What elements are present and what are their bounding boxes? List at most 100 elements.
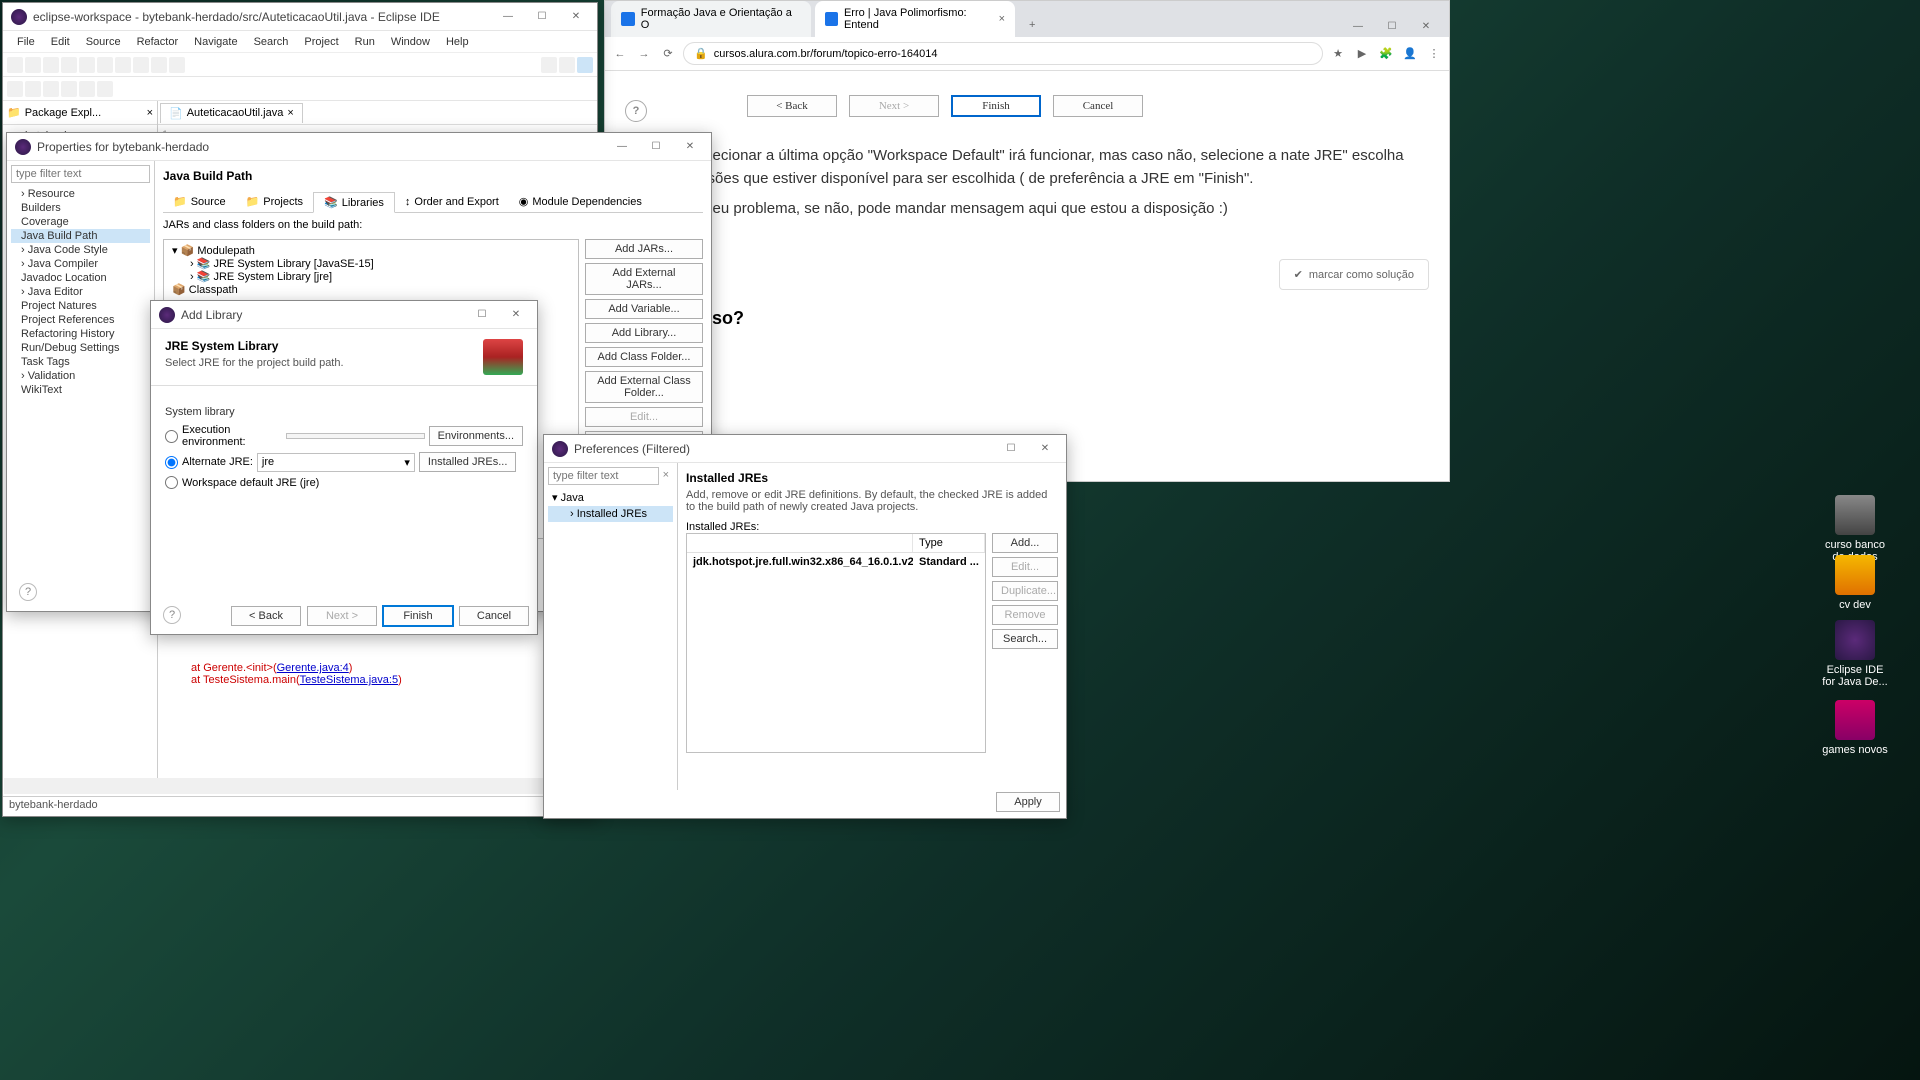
sidebar-item[interactable]: Javadoc Location bbox=[11, 271, 150, 285]
menu-search[interactable]: Search bbox=[246, 34, 297, 50]
finish-button[interactable]: Finish bbox=[383, 606, 453, 626]
toolbar-icon[interactable] bbox=[115, 57, 131, 73]
help-icon[interactable]: ? bbox=[19, 583, 37, 601]
close-icon[interactable]: × bbox=[999, 13, 1005, 25]
alternate-jre-radio[interactable] bbox=[165, 456, 178, 469]
sidebar-item[interactable]: WikiText bbox=[11, 383, 150, 397]
toolbar-icon[interactable] bbox=[97, 57, 113, 73]
sidebar-item-selected[interactable]: Java Build Path bbox=[11, 229, 150, 243]
avatar-icon[interactable]: 👤 bbox=[1401, 45, 1419, 63]
close-icon[interactable]: ✕ bbox=[1409, 15, 1443, 37]
tree-node-java[interactable]: ▾ Java bbox=[548, 489, 673, 506]
toolbar-icon[interactable] bbox=[61, 81, 77, 97]
maximize-icon[interactable]: ☐ bbox=[994, 438, 1028, 460]
toolbar-icon[interactable] bbox=[7, 81, 23, 97]
maximize-icon[interactable]: ☐ bbox=[465, 304, 499, 326]
extensions-icon[interactable]: 🧩 bbox=[1377, 45, 1395, 63]
filter-input[interactable] bbox=[11, 165, 150, 183]
environments-button[interactable]: Environments... bbox=[429, 426, 523, 446]
search-button[interactable]: Search... bbox=[992, 629, 1058, 649]
stacktrace-link[interactable]: TesteSistema.java:5 bbox=[300, 674, 398, 686]
editor-tab[interactable]: 📄AuteticacaoUtil.java× bbox=[160, 103, 303, 123]
scrollbar[interactable] bbox=[4, 778, 596, 794]
sidebar-item[interactable]: Task Tags bbox=[11, 355, 150, 369]
add-class-folder-button[interactable]: Add Class Folder... bbox=[585, 347, 703, 367]
browser-tab-1[interactable]: Formação Java e Orientação a O bbox=[611, 1, 811, 37]
maximize-icon[interactable]: ☐ bbox=[525, 6, 559, 28]
maximize-icon[interactable]: ☐ bbox=[639, 136, 673, 158]
menu-icon[interactable]: ⋮ bbox=[1425, 45, 1443, 63]
minimize-icon[interactable]: — bbox=[491, 6, 525, 28]
desktop-icon-eclipse[interactable]: Eclipse IDE for Java De... bbox=[1820, 620, 1890, 688]
extension-icon[interactable]: ★ bbox=[1329, 45, 1347, 63]
add-library-button[interactable]: Add Library... bbox=[585, 323, 703, 343]
tab-projects[interactable]: 📁 Projects bbox=[236, 191, 313, 212]
close-icon[interactable]: ✕ bbox=[499, 304, 533, 326]
omnibox[interactable]: 🔒cursos.alura.com.br/forum/topico-erro-1… bbox=[683, 42, 1323, 65]
installed-jres-button[interactable]: Installed JREs... bbox=[419, 452, 516, 472]
menu-window[interactable]: Window bbox=[383, 34, 438, 50]
add-external-class-folder-button[interactable]: Add External Class Folder... bbox=[585, 371, 703, 403]
toolbar-icon[interactable] bbox=[25, 81, 41, 97]
sidebar-item[interactable]: Project References bbox=[11, 313, 150, 327]
tab-source[interactable]: 📁 Source bbox=[163, 191, 236, 212]
sidebar-item[interactable]: Coverage bbox=[11, 215, 150, 229]
wizard-finish-button[interactable]: Finish bbox=[951, 95, 1041, 117]
toolbar-icon[interactable] bbox=[61, 57, 77, 73]
close-icon[interactable]: ✕ bbox=[559, 6, 593, 28]
menu-edit[interactable]: Edit bbox=[43, 34, 78, 50]
new-tab-button[interactable]: + bbox=[1019, 13, 1045, 37]
reload-icon[interactable]: ⟳ bbox=[659, 45, 677, 63]
tree-node-installed-jres[interactable]: › Installed JREs bbox=[548, 506, 673, 522]
sidebar-item[interactable]: Run/Debug Settings bbox=[11, 341, 150, 355]
table-row[interactable]: jdk.hotspot.jre.full.win32.x86_64_16.0.1… bbox=[687, 553, 985, 571]
jre-table[interactable]: Type jdk.hotspot.jre.full.win32.x86_64_1… bbox=[686, 533, 986, 753]
desktop-icon-games[interactable]: games novos bbox=[1820, 700, 1890, 756]
wizard-back-button[interactable]: < Back bbox=[747, 95, 837, 117]
forward-icon[interactable]: → bbox=[635, 45, 653, 63]
help-icon[interactable]: ? bbox=[163, 606, 181, 624]
sidebar-item[interactable]: › Java Editor bbox=[11, 285, 150, 299]
toolbar-icon[interactable] bbox=[43, 57, 59, 73]
exec-env-combo[interactable] bbox=[286, 433, 425, 439]
maximize-icon[interactable]: ☐ bbox=[1375, 15, 1409, 37]
menu-run[interactable]: Run bbox=[347, 34, 383, 50]
menu-file[interactable]: File bbox=[9, 34, 43, 50]
sidebar-item[interactable]: › Validation bbox=[11, 369, 150, 383]
extension-icon[interactable]: ▶ bbox=[1353, 45, 1371, 63]
wizard-cancel-button[interactable]: Cancel bbox=[1053, 95, 1143, 117]
toolbar-icon[interactable] bbox=[79, 81, 95, 97]
sidebar-item[interactable]: Refactoring History bbox=[11, 327, 150, 341]
minimize-icon[interactable]: — bbox=[605, 136, 639, 158]
add-variable-button[interactable]: Add Variable... bbox=[585, 299, 703, 319]
cancel-button[interactable]: Cancel bbox=[459, 606, 529, 626]
add-jars-button[interactable]: Add JARs... bbox=[585, 239, 703, 259]
close-icon[interactable]: × bbox=[147, 107, 153, 119]
add-external-jars-button[interactable]: Add External JARs... bbox=[585, 263, 703, 295]
toolbar-icon[interactable] bbox=[169, 57, 185, 73]
menu-project[interactable]: Project bbox=[296, 34, 346, 50]
minimize-icon[interactable]: — bbox=[1341, 15, 1375, 37]
browser-tab-2[interactable]: Erro | Java Polimorfismo: Entend× bbox=[815, 1, 1015, 37]
back-button[interactable]: < Back bbox=[231, 606, 301, 626]
toolbar-icon[interactable] bbox=[7, 57, 23, 73]
alternate-jre-combo[interactable]: jre ▾ bbox=[257, 453, 415, 472]
clear-icon[interactable]: × bbox=[659, 467, 673, 489]
toolbar-icon[interactable] bbox=[25, 57, 41, 73]
exec-env-radio[interactable] bbox=[165, 430, 178, 443]
sidebar-item[interactable]: › Resource bbox=[11, 187, 150, 201]
sidebar-item[interactable]: Project Natures bbox=[11, 299, 150, 313]
sidebar-item[interactable]: › Java Compiler bbox=[11, 257, 150, 271]
close-icon[interactable]: × bbox=[287, 107, 293, 119]
toolbar-icon[interactable] bbox=[79, 57, 95, 73]
tab-order[interactable]: ↕ Order and Export bbox=[395, 191, 509, 212]
close-icon[interactable]: ✕ bbox=[1028, 438, 1062, 460]
desktop-icon-cv[interactable]: cv dev bbox=[1820, 555, 1890, 611]
tab-modules[interactable]: ◉ Module Dependencies bbox=[509, 191, 652, 212]
menu-help[interactable]: Help bbox=[438, 34, 477, 50]
desktop-icon-db[interactable]: curso banco de dados bbox=[1820, 495, 1890, 563]
sidebar-item[interactable]: Builders bbox=[11, 201, 150, 215]
menu-navigate[interactable]: Navigate bbox=[186, 34, 245, 50]
toolbar-icon[interactable] bbox=[151, 57, 167, 73]
add-button[interactable]: Add... bbox=[992, 533, 1058, 553]
